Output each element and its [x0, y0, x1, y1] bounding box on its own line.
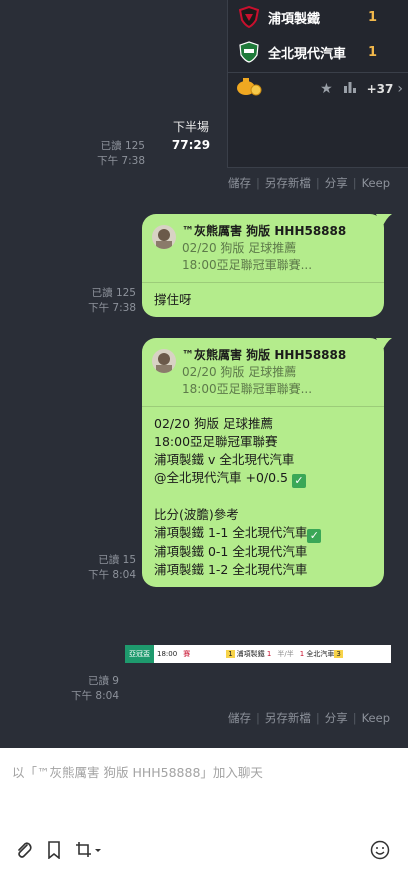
- read-count: 已讀 125: [91, 287, 136, 299]
- star-icon[interactable]: ★: [320, 81, 333, 97]
- text-line: 18:00亞足聯冠軍聯賽: [154, 434, 278, 449]
- score-card[interactable]: 浦項製鐵 1 全北現代汽車 1 ★ +37 ›: [227, 0, 408, 168]
- keep-button[interactable]: Keep: [362, 176, 390, 190]
- crop-screenshot-icon[interactable]: [73, 839, 105, 861]
- stats-icon[interactable]: [343, 81, 357, 97]
- message-text: 02/20 狗版 足球推薦 18:00亞足聯冠軍聯賽 浦項製鐵 v 全北現代汽車…: [142, 407, 384, 587]
- read-count: 已讀 125: [100, 140, 145, 152]
- more-count[interactable]: +37: [367, 82, 394, 96]
- check-mark-icon: ✓: [307, 529, 322, 543]
- save-button[interactable]: 儲存: [228, 175, 251, 191]
- home-team: 浦項製鐵: [236, 650, 265, 658]
- money-bag-icon: [236, 76, 262, 101]
- match-status: 下半場 77:29: [160, 118, 222, 152]
- kickoff-time: 18:00: [157, 650, 178, 658]
- save-as-button[interactable]: 另存新檔: [265, 175, 311, 191]
- quote-author: ™灰熊厲害 狗版 HHH58888: [182, 224, 347, 238]
- read-count: 已讀 15: [98, 554, 136, 566]
- team-score: 1: [367, 9, 377, 25]
- text-line: 02/20 狗版 足球推薦: [154, 416, 273, 431]
- composer-toolbar: [0, 835, 408, 865]
- sent-time: 下午 8:04: [88, 569, 136, 581]
- message-meta: 已讀 125 下午 7:38: [97, 139, 145, 169]
- share-button[interactable]: 分享: [325, 710, 348, 726]
- team-score: 1: [367, 44, 377, 60]
- text-line-score: 浦項製鐵 1-1 全北現代汽車 ✓: [154, 524, 372, 543]
- half-result: 半/半: [277, 650, 294, 658]
- text-line: 浦項製鐵 v 全北現代汽車: [154, 452, 295, 467]
- bookmark-icon[interactable]: [43, 839, 65, 861]
- away-score: 1: [299, 650, 305, 658]
- reply-quote[interactable]: ™灰熊厲害 狗版 HHH58888 02/20 狗版 足球推薦 18:00亞足聯…: [142, 338, 384, 407]
- message-bubble[interactable]: ™灰熊厲害 狗版 HHH58888 02/20 狗版 足球推薦 18:00亞足聯…: [142, 338, 392, 587]
- keep-button[interactable]: Keep: [362, 711, 390, 725]
- home-rank: 1: [226, 650, 235, 658]
- team-row-home: 浦項製鐵 1: [228, 1, 408, 33]
- sent-time: 下午 7:38: [88, 302, 136, 314]
- match-clock: 77:29: [171, 138, 211, 152]
- attach-icon[interactable]: [13, 839, 35, 861]
- avatar: [152, 349, 176, 373]
- quote-line: 18:00亞足聯冠軍聯賽...: [182, 382, 313, 396]
- message-bubble[interactable]: ™灰熊厲害 狗版 HHH58888 02/20 狗版 足球推薦 18:00亞足聯…: [142, 214, 392, 317]
- league-tag: 亞冠盃: [125, 645, 154, 663]
- chevron-right-icon[interactable]: ›: [397, 81, 403, 97]
- match-period: 下半場: [172, 120, 209, 134]
- save-button[interactable]: 儲存: [228, 710, 251, 726]
- sent-time: 下午 7:38: [97, 155, 145, 167]
- team-name: 浦項製鐵: [268, 11, 321, 27]
- text-line: 浦項製鐵 0-1 全北現代汽車: [154, 544, 308, 559]
- bubble-tail: [376, 214, 392, 228]
- message-meta: 已讀 9 下午 8:04: [71, 674, 119, 704]
- quote-line: 18:00亞足聯冠軍聯賽...: [182, 258, 313, 272]
- media-action-bar: 儲存 | 另存新檔 | 分享 | Keep: [227, 175, 390, 191]
- sent-time: 下午 8:04: [71, 690, 119, 702]
- away-team: 全北汽車: [306, 650, 335, 658]
- team-name: 全北現代汽車: [268, 46, 347, 62]
- bubble-tail: [376, 338, 392, 352]
- avatar: [152, 225, 176, 249]
- quote-author: ™灰熊厲害 狗版 HHH58888: [182, 348, 347, 362]
- match-result-image[interactable]: 亞冠盃 18:00 賽 1 浦項製鐵 1 半/半 1 全北汽車 3: [125, 645, 391, 663]
- quote-line: 02/20 狗版 足球推薦: [182, 365, 297, 379]
- quote-line: 02/20 狗版 足球推薦: [182, 241, 297, 255]
- text-line-pick: @全北現代汽車 +0/0.5 ✓: [154, 469, 372, 488]
- emoji-icon[interactable]: [369, 839, 391, 861]
- pohang-crest-icon: [238, 6, 260, 28]
- text-line: 浦項製鐵 1-2 全北現代汽車: [154, 562, 308, 577]
- chat-area: 浦項製鐵 1 全北現代汽車 1 ★ +37 › 下半場 77:29 已讀 125…: [0, 0, 408, 748]
- team-row-away: 全北現代汽車 1: [228, 36, 408, 68]
- reply-quote[interactable]: ™灰熊厲害 狗版 HHH58888 02/20 狗版 足球推薦 18:00亞足聯…: [142, 214, 384, 283]
- message-text: 撐住呀: [154, 292, 192, 307]
- share-button[interactable]: 分享: [325, 175, 348, 191]
- away-rank: 3: [334, 650, 343, 658]
- save-as-button[interactable]: 另存新檔: [265, 710, 311, 726]
- live-tag: 賽: [183, 650, 191, 658]
- home-score: 1: [266, 650, 272, 658]
- check-mark-icon: ✓: [291, 474, 306, 488]
- score-card-footer: ★ +37 ›: [228, 72, 408, 104]
- message-meta: 已讀 15 下午 8:04: [88, 553, 136, 583]
- message-input-placeholder[interactable]: 以「™灰熊厲害 狗版 HHH58888」加入聊天: [12, 762, 263, 781]
- read-count: 已讀 9: [87, 675, 119, 687]
- message-meta: 已讀 125 下午 7:38: [88, 286, 136, 316]
- media-action-bar: 儲存 | 另存新檔 | 分享 | Keep: [227, 710, 390, 726]
- text-line: 比分(波膽)參考: [154, 507, 239, 522]
- jeonbuk-crest-icon: [238, 41, 260, 63]
